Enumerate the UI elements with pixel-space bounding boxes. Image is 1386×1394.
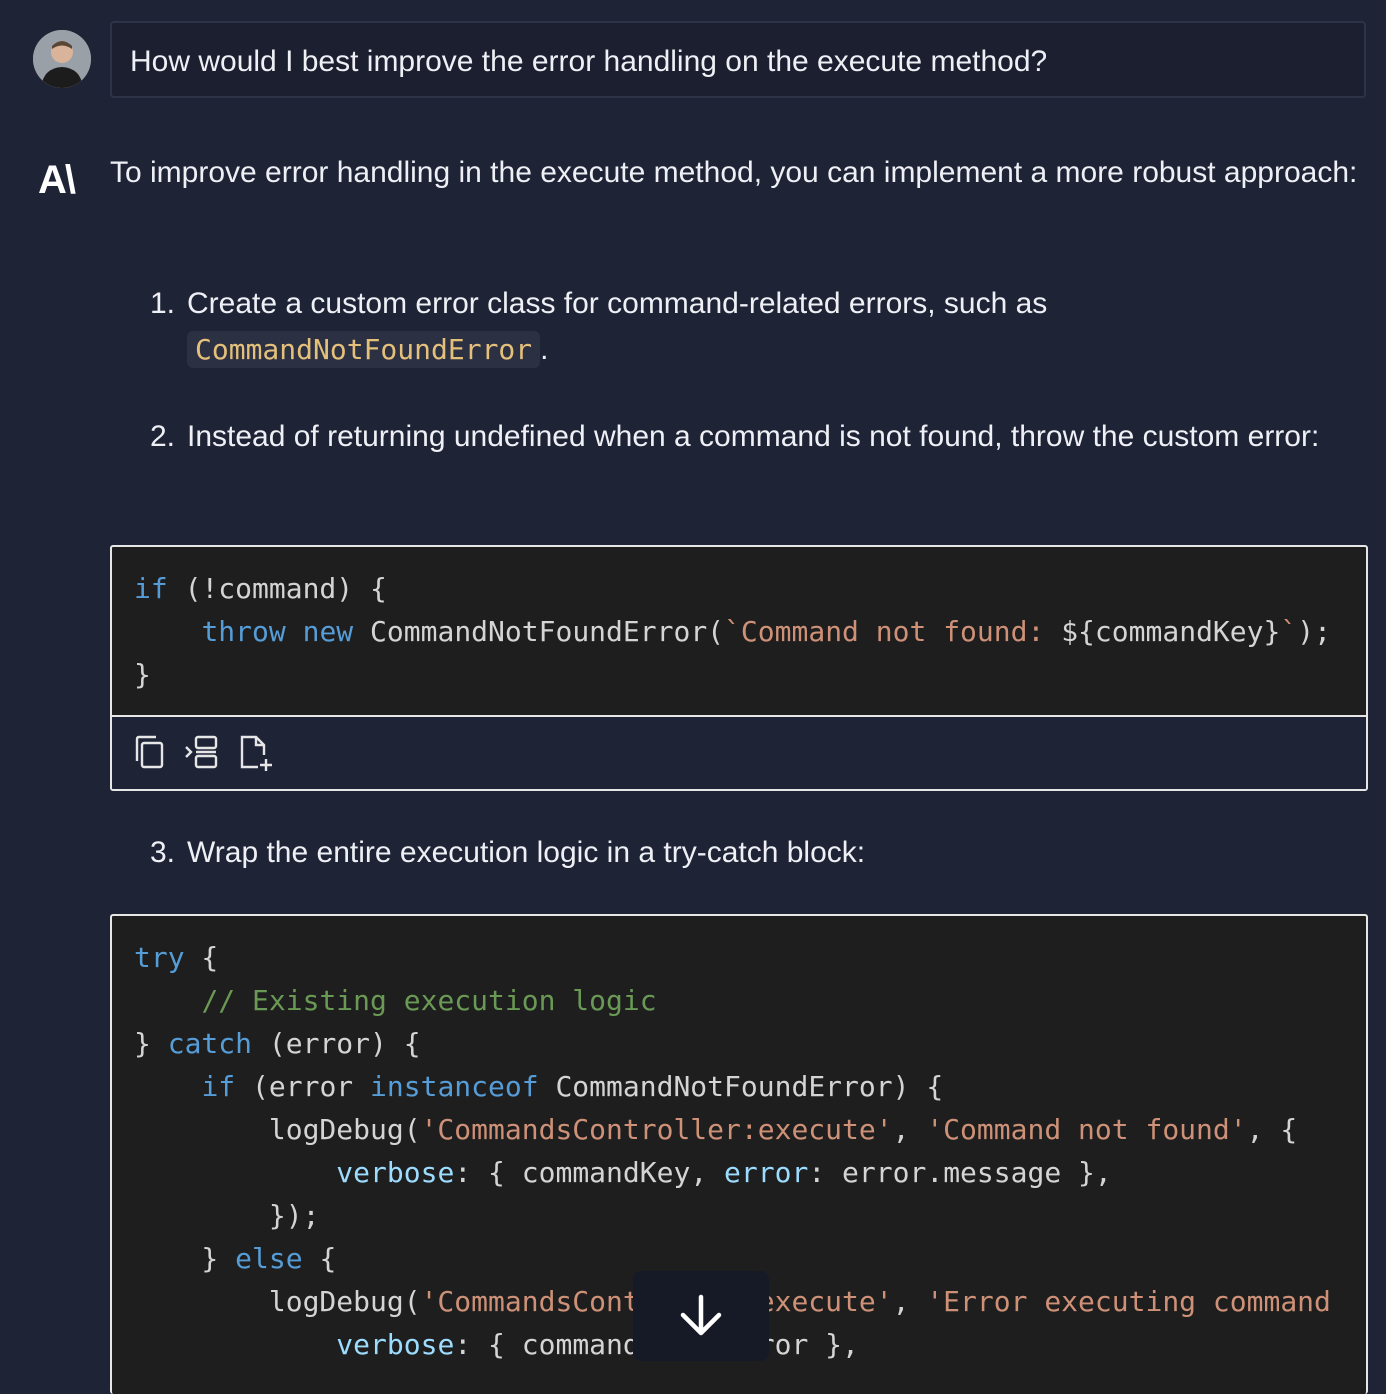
code-content: if (!command) { throw new CommandNotFoun… — [112, 547, 1366, 696]
assistant-intro: To improve error handling in the execute… — [110, 156, 1358, 189]
step-text: Create a custom error class for command-… — [187, 281, 1360, 373]
token: 'CommandsController:execute' — [420, 1113, 893, 1146]
token: throw — [201, 615, 286, 648]
copy-icon[interactable] — [132, 733, 172, 773]
token: new — [302, 615, 354, 648]
step-text: Instead of returning undefined when a co… — [187, 420, 1320, 453]
step-2: 2. Instead of returning undefined when a… — [150, 414, 1360, 460]
token: // Existing execution logic — [201, 984, 657, 1017]
token: error — [724, 1156, 809, 1189]
step-number: 1. — [150, 287, 176, 320]
step-number: 3. — [150, 836, 176, 869]
code-line: if (error instanceof CommandNotFoundErro… — [201, 1070, 944, 1103]
anthropic-logo: A\ — [38, 158, 76, 202]
token: verbose — [336, 1328, 455, 1361]
token: 'Command not found' — [926, 1113, 1247, 1146]
code-line: } catch (error) { — [134, 1027, 421, 1060]
token: if — [201, 1070, 236, 1103]
code-line: throw new CommandNotFoundError(`Command … — [201, 615, 1331, 648]
step-text: Wrap the entire execution logic in a try… — [187, 836, 866, 869]
token: verbose — [336, 1156, 455, 1189]
token: `Command not found: — [724, 615, 1062, 648]
token: else — [235, 1242, 303, 1275]
code-line: if (!command) { — [134, 572, 387, 605]
step-1: 1. Create a custom error class for comma… — [150, 281, 1360, 373]
new-file-icon[interactable] — [236, 733, 276, 773]
token: instanceof — [370, 1070, 539, 1103]
code-line: // Existing execution logic — [134, 984, 657, 1017]
code-block-1: if (!command) { throw new CommandNotFoun… — [110, 545, 1368, 791]
code-line: try { — [134, 941, 219, 974]
scroll-to-bottom-button[interactable] — [633, 1271, 769, 1361]
step-1-suffix: . — [540, 333, 549, 366]
code-line: }); — [134, 1199, 320, 1232]
token: try — [134, 941, 185, 974]
insert-icon[interactable] — [184, 733, 224, 773]
step-number: 2. — [150, 420, 176, 453]
token: 'Error executing command — [926, 1285, 1331, 1318]
code-line: } — [134, 658, 151, 691]
arrow-down-icon — [680, 1294, 722, 1336]
token: ` — [1280, 615, 1298, 648]
step-1-text: Create a custom error class for command-… — [187, 287, 1048, 320]
code-line: } else { — [134, 1242, 337, 1275]
user-avatar — [33, 30, 91, 88]
code-line: verbose: { commandKey, error: error.mess… — [336, 1156, 1112, 1189]
step-3: 3. Wrap the entire execution logic in a … — [150, 830, 1360, 876]
inline-code: CommandNotFoundError — [187, 331, 541, 368]
token: if — [134, 572, 168, 605]
token: catch — [167, 1027, 253, 1060]
user-message: How would I best improve the error handl… — [110, 21, 1366, 98]
code-toolbar — [112, 715, 1366, 789]
code-line: logDebug('CommandsController:execute', '… — [134, 1113, 1298, 1146]
